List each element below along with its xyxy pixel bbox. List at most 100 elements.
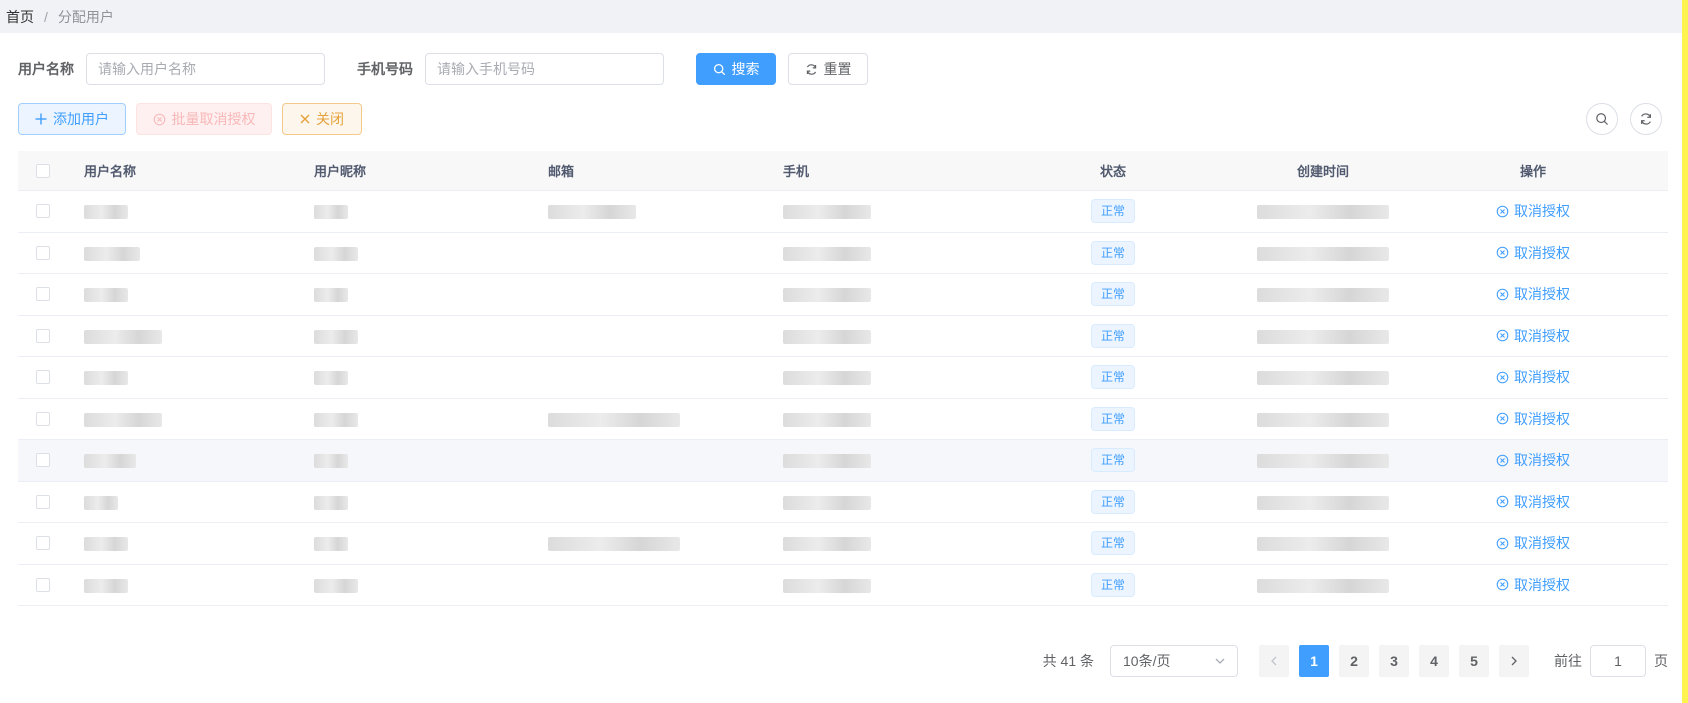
redacted-phone [783, 288, 871, 303]
redacted-created-at [1257, 495, 1389, 510]
prev-page-button[interactable] [1259, 645, 1289, 677]
revoke-label: 取消授权 [1514, 410, 1570, 427]
page-size-select[interactable]: 10条/页 [1110, 645, 1238, 677]
circle-close-icon [1496, 205, 1509, 218]
next-page-button[interactable] [1499, 645, 1529, 677]
redacted-phone [783, 412, 871, 427]
plus-icon [35, 113, 47, 125]
batch-revoke-label: 批量取消授权 [171, 111, 256, 127]
status-badge: 正常 [1090, 406, 1135, 431]
circle-close-icon [1496, 412, 1509, 425]
row-checkbox[interactable] [36, 287, 50, 302]
close-button[interactable]: 关闭 [282, 103, 362, 135]
row-checkbox[interactable] [36, 411, 50, 426]
redacted-email [548, 412, 680, 427]
revoke-button[interactable]: 取消授权 [1496, 284, 1570, 304]
page-button[interactable]: 2 [1339, 645, 1369, 677]
status-badge: 正常 [1090, 365, 1135, 390]
revoke-button[interactable]: 取消授权 [1496, 533, 1570, 553]
refresh-icon [806, 63, 816, 75]
revoke-button[interactable]: 取消授权 [1496, 367, 1570, 387]
redacted-created-at [1257, 454, 1389, 469]
table-row: 正常 取消授权 [18, 440, 1668, 482]
phone-input[interactable] [425, 53, 664, 85]
search-button[interactable]: 搜索 [696, 53, 776, 85]
phone-label: 手机号码 [357, 61, 413, 77]
table-row: 正常 取消授权 [18, 274, 1668, 316]
refresh-table-button[interactable] [1630, 103, 1662, 135]
pagination-total: 共 41 条 [1042, 653, 1094, 669]
circle-close-icon [1496, 246, 1509, 259]
redacted-created-at [1257, 537, 1389, 552]
add-user-label: 添加用户 [53, 111, 109, 127]
batch-revoke-button[interactable]: 批量取消授权 [136, 103, 272, 135]
toggle-search-button[interactable] [1586, 103, 1618, 135]
revoke-button[interactable]: 取消授权 [1496, 409, 1570, 429]
breadcrumb-home[interactable]: 首页 [6, 7, 34, 27]
redacted-nickname [314, 371, 348, 386]
table-row: 正常 取消授权 [18, 191, 1668, 233]
row-checkbox[interactable] [36, 536, 50, 551]
redacted-phone [783, 495, 871, 510]
username-label: 用户名称 [18, 61, 74, 77]
breadcrumb-separator: / [44, 8, 48, 25]
revoke-button[interactable]: 取消授权 [1496, 326, 1570, 346]
table-row: 正常 取消授权 [18, 482, 1668, 523]
pagination: 共 41 条 10条/页 12345 前往 页 [1043, 645, 1668, 677]
page-jumper: 前往 页 [1554, 645, 1668, 677]
table-row: 正常 取消授权 [18, 399, 1668, 440]
redacted-created-at [1257, 246, 1389, 261]
revoke-button[interactable]: 取消授权 [1496, 243, 1570, 263]
username-input[interactable] [86, 53, 325, 85]
redacted-phone [783, 329, 871, 344]
redacted-username [84, 495, 118, 510]
redacted-nickname [314, 329, 358, 344]
revoke-button[interactable]: 取消授权 [1496, 450, 1570, 470]
refresh-icon [1641, 113, 1651, 125]
page-button[interactable]: 4 [1419, 645, 1449, 677]
right-toolbar [1586, 103, 1662, 135]
row-checkbox[interactable] [36, 370, 50, 385]
revoke-button[interactable]: 取消授权 [1496, 492, 1570, 512]
revoke-label: 取消授权 [1514, 244, 1570, 261]
revoke-label: 取消授权 [1514, 576, 1570, 593]
row-checkbox[interactable] [36, 245, 50, 260]
jump-page-input[interactable] [1590, 645, 1646, 677]
redacted-phone [783, 371, 871, 386]
circle-close-icon [1496, 495, 1509, 508]
redacted-email [548, 205, 636, 220]
reset-button[interactable]: 重置 [788, 53, 868, 85]
revoke-button[interactable]: 取消授权 [1496, 575, 1570, 595]
jump-prefix: 前往 [1554, 653, 1582, 669]
redacted-nickname [314, 454, 348, 469]
redacted-nickname [314, 578, 358, 593]
add-user-button[interactable]: 添加用户 [18, 103, 126, 135]
row-checkbox[interactable] [36, 577, 50, 592]
page-size-value: 10条/页 [1123, 653, 1171, 669]
search-form: 用户名称 手机号码 搜索 重置 [18, 53, 868, 85]
redacted-username [84, 537, 128, 552]
select-all-checkbox[interactable] [36, 163, 50, 178]
circle-close-icon [1496, 329, 1509, 342]
header-created-at: 创建时间 [1296, 164, 1349, 179]
header-nickname: 用户昵称 [314, 164, 367, 179]
circle-close-icon [1496, 578, 1509, 591]
redacted-username [84, 578, 128, 593]
chevron-down-icon [1215, 658, 1225, 664]
row-checkbox[interactable] [36, 328, 50, 343]
redacted-nickname [314, 288, 348, 303]
row-checkbox[interactable] [36, 453, 50, 468]
redacted-username [84, 329, 162, 344]
status-badge: 正常 [1090, 240, 1135, 265]
revoke-button[interactable]: 取消授权 [1496, 201, 1570, 221]
table-row: 正常 取消授权 [18, 233, 1668, 274]
circle-close-icon [1496, 371, 1509, 384]
table-row: 正常 取消授权 [18, 357, 1668, 399]
page-button[interactable]: 5 [1459, 645, 1489, 677]
redacted-phone [783, 454, 871, 469]
page-button[interactable]: 1 [1299, 645, 1329, 677]
row-checkbox[interactable] [36, 204, 50, 219]
row-checkbox[interactable] [36, 494, 50, 509]
page-button[interactable]: 3 [1379, 645, 1409, 677]
header-operation: 操作 [1519, 164, 1546, 179]
